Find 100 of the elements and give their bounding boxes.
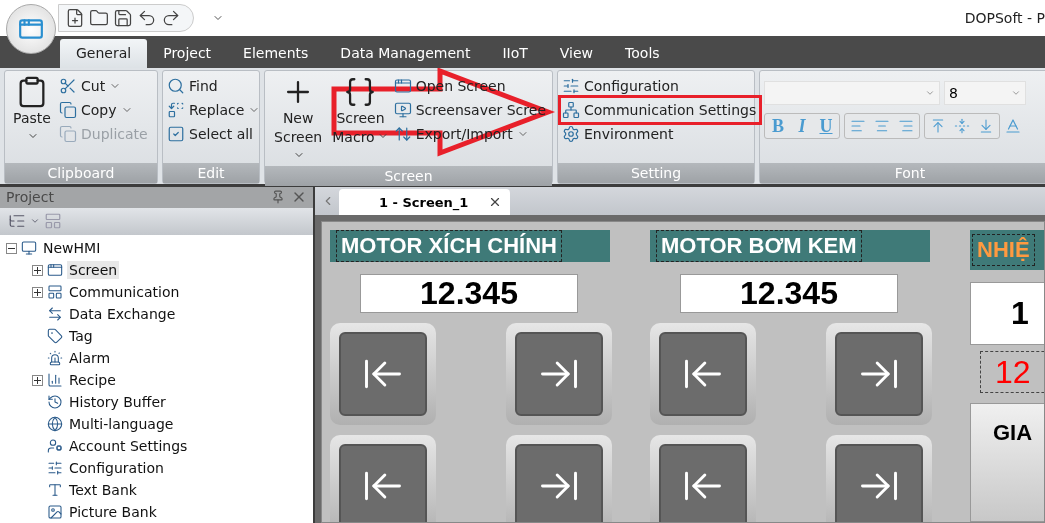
network-icon (562, 101, 580, 119)
panel-title: Project (6, 189, 54, 206)
font-color-icon (1004, 117, 1022, 135)
caret-icon (925, 88, 935, 98)
panel-title: NHIỆ (977, 236, 1030, 262)
hmi-button[interactable]: GIA (970, 402, 1044, 522)
tree-item[interactable]: Screen (67, 261, 120, 279)
ribbon-button[interactable]: Paste (9, 75, 55, 163)
redo-icon[interactable] (161, 8, 181, 28)
tree-item[interactable]: NewHMI (41, 239, 103, 257)
group-label: Setting (558, 163, 754, 183)
tree-item[interactable]: History Buffer (67, 393, 168, 411)
arrow-button[interactable] (506, 435, 612, 522)
ribbon-button[interactable]: Configuration (562, 75, 759, 97)
gear-icon (562, 125, 580, 143)
arrow-button[interactable] (506, 323, 612, 425)
grid-icon (47, 284, 63, 300)
save-icon[interactable] (113, 8, 133, 28)
monitor-icon (21, 240, 37, 256)
valign-icon (978, 118, 994, 134)
font-size-dropdown[interactable]: 8 (944, 81, 1026, 105)
tree-item[interactable]: Picture Bank (67, 503, 159, 521)
tree-item[interactable]: Recipe (67, 371, 118, 389)
expand-toggle[interactable] (32, 264, 43, 276)
ribbon-tab[interactable]: Elements (227, 39, 325, 68)
ribbon-tab[interactable]: Project (147, 39, 228, 68)
plus-icon (34, 376, 41, 384)
app-logo-icon (18, 16, 44, 42)
sliders-icon (47, 460, 63, 476)
arrow-button[interactable] (330, 435, 436, 522)
checkbox-icon (167, 125, 185, 143)
tree-item[interactable]: Data Exchange (67, 305, 178, 323)
siren-icon (47, 350, 63, 366)
panel-icon (44, 212, 62, 231)
ribbon-button[interactable]: Find (167, 75, 263, 97)
ribbon-button[interactable]: Environment (562, 123, 759, 145)
group-label: Font (760, 163, 1045, 183)
align-icon (898, 118, 914, 134)
arrow-button[interactable] (650, 323, 756, 425)
window-title: DOPSoft - P (964, 10, 1045, 26)
new-file-icon[interactable] (65, 8, 85, 28)
expand-toggle[interactable] (32, 286, 43, 298)
arrow-button[interactable] (826, 435, 932, 522)
ribbon-tab[interactable]: Tools (609, 39, 676, 68)
document-tab[interactable]: 1 - Screen_1 (339, 189, 511, 215)
panel-title: MOTOR BƠM KEM (661, 233, 857, 258)
tag-icon (47, 328, 63, 344)
plus-icon (34, 288, 41, 296)
exchange-icon (47, 306, 63, 322)
arrow-button[interactable] (650, 435, 756, 522)
tree-item[interactable]: Alarm (67, 349, 113, 367)
tree-item[interactable]: Multi-language (67, 415, 176, 433)
search-icon (167, 77, 185, 95)
tree-item[interactable]: Text Bank (67, 481, 139, 499)
plus-icon (34, 266, 41, 274)
expand-toggle[interactable] (32, 374, 43, 386)
history-icon (47, 394, 63, 410)
tree-item[interactable]: Account Settings (67, 437, 190, 455)
ribbon-tab[interactable]: View (543, 39, 610, 68)
arrow-button[interactable] (330, 323, 436, 425)
value-display: 12.345 (680, 274, 898, 313)
ribbon-button[interactable]: Cut (59, 75, 150, 97)
undo-icon[interactable] (137, 8, 157, 28)
globe-icon (47, 416, 63, 432)
tree-item[interactable]: Communication (67, 283, 182, 301)
copy-icon (59, 125, 77, 143)
readout-display: 12 (980, 351, 1044, 393)
ribbon-tab[interactable]: Data Management (324, 39, 487, 68)
picture-icon (47, 504, 63, 520)
value-display: 1 (970, 281, 1044, 346)
user-gear-icon (47, 438, 63, 454)
caret-icon (1011, 88, 1021, 98)
ribbon-button[interactable]: Select all (167, 123, 263, 145)
text-icon (47, 482, 63, 498)
ribbon-tab[interactable]: IIoT (486, 39, 544, 68)
sliders-icon (562, 77, 580, 95)
tree-item[interactable]: Configuration (67, 459, 166, 477)
collapse-toggle[interactable] (6, 242, 17, 254)
align-icon (850, 118, 866, 134)
pin-icon[interactable] (271, 190, 285, 205)
folder-icon[interactable] (89, 8, 109, 28)
ribbon-button[interactable]: Communication Settings (562, 99, 759, 121)
ribbon-button[interactable]: Copy (59, 99, 150, 121)
valign-icon (930, 118, 946, 134)
replace-icon (167, 101, 185, 119)
group-label: Clipboard (5, 163, 157, 183)
app-menu-button[interactable] (6, 4, 56, 54)
windows-icon (47, 262, 63, 278)
arrows-icon (393, 125, 412, 143)
value-display: 12.345 (360, 274, 578, 313)
align-icon (874, 118, 890, 134)
ribbon-tab[interactable]: General (60, 39, 148, 68)
ribbon-button[interactable]: Replace (167, 99, 263, 121)
ribbon-button[interactable]: New Screen (269, 75, 328, 166)
panel-title: MOTOR XÍCH CHÍNH (341, 233, 557, 258)
arrow-button[interactable] (826, 323, 932, 425)
tree-item[interactable]: Tag (67, 327, 95, 345)
group-label: Screen (265, 166, 552, 186)
bars-icon (47, 372, 63, 388)
window-icon (393, 77, 412, 95)
